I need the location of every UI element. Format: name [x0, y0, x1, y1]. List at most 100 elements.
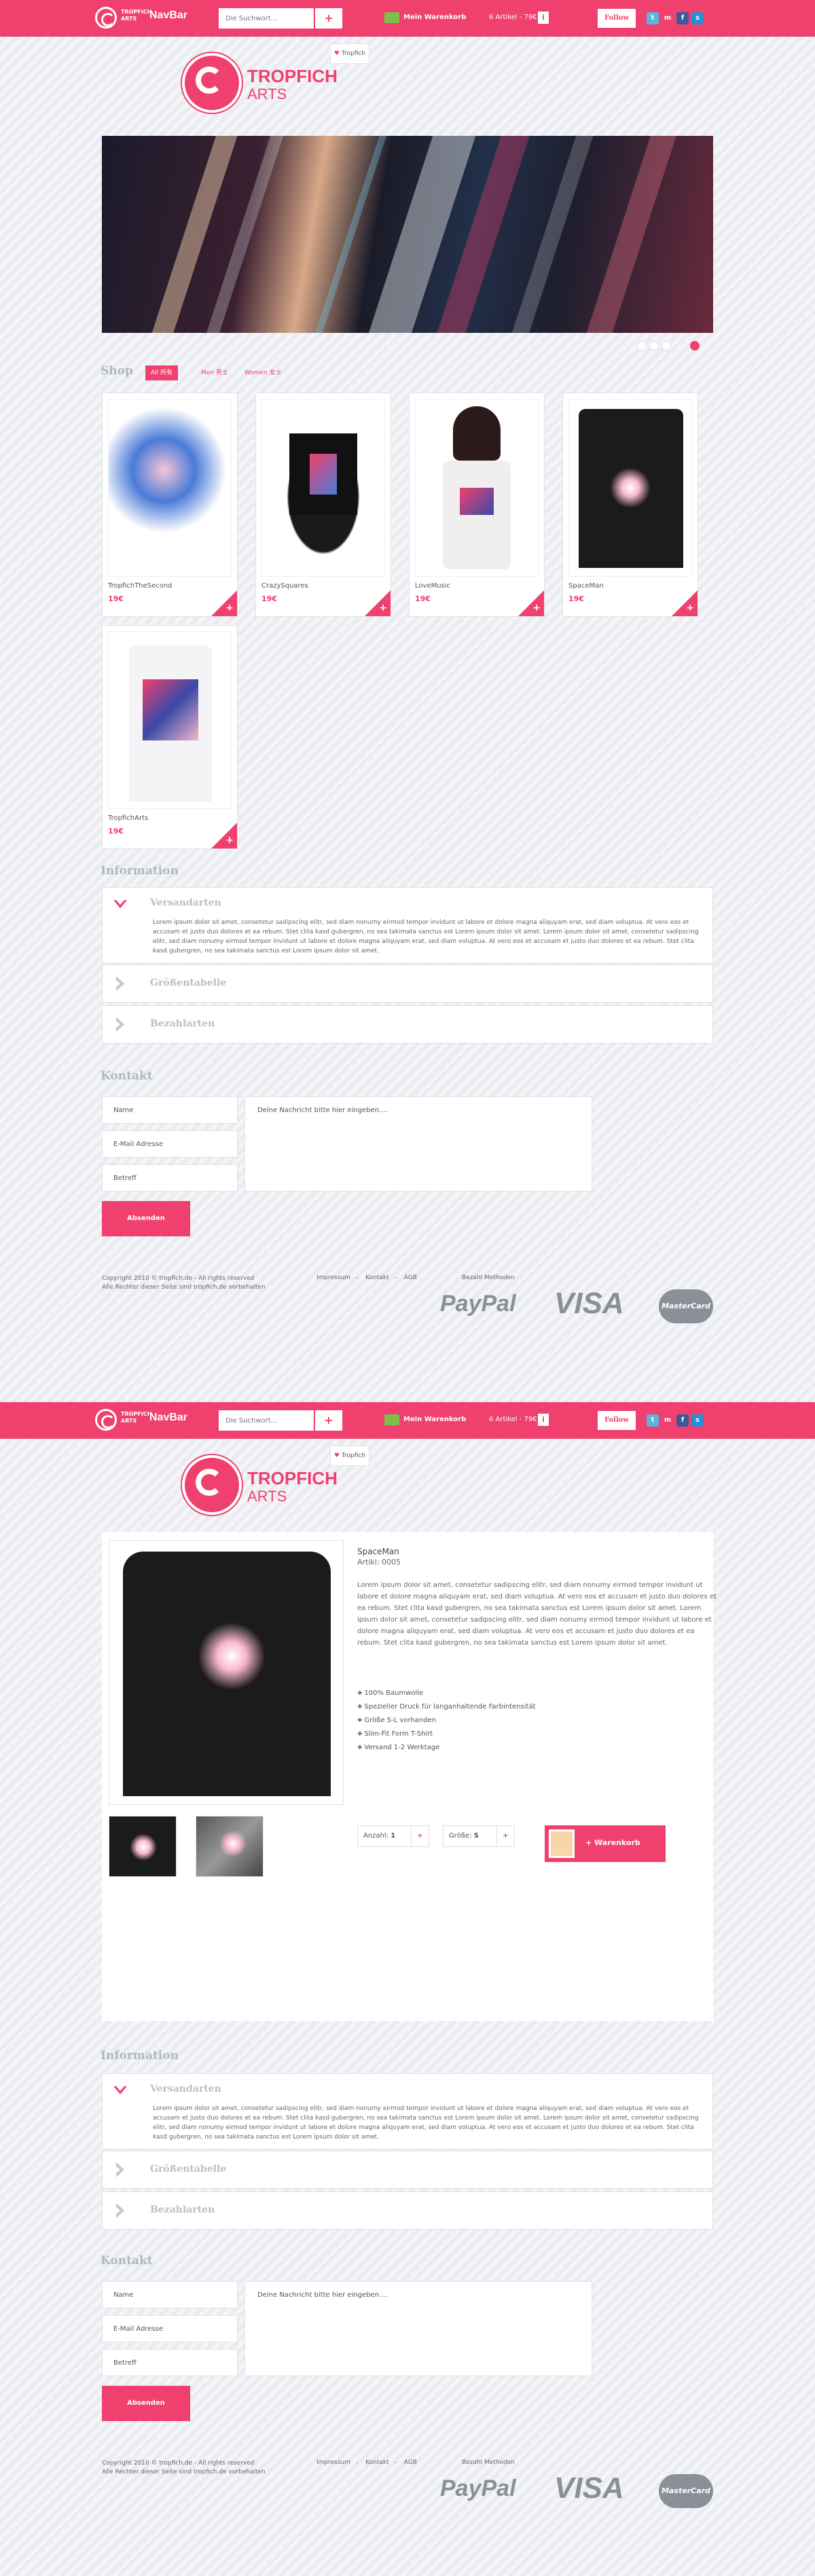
submit-button[interactable]: Absenden [102, 1201, 190, 1236]
accordion-versandarten[interactable]: Versandarten Lorem ipsum dolor sit amet,… [102, 887, 713, 963]
accordion-versandarten[interactable]: Versandarten Lorem ipsum dolor sit amet,… [102, 2073, 713, 2149]
search-input[interactable] [219, 1410, 314, 1431]
product-image[interactable] [108, 631, 232, 809]
email-field[interactable]: E-Mail Adresse [102, 1130, 238, 1158]
cart-icon[interactable] [384, 1414, 399, 1425]
name-field[interactable]: Name [102, 2281, 238, 2308]
footer-link-kontakt[interactable]: Kontakt [365, 2459, 388, 2466]
submit-button[interactable]: Absenden [102, 2386, 190, 2421]
nav-logo-icon[interactable] [95, 1409, 117, 1431]
accordion-title[interactable]: Bezahlarten [150, 2204, 215, 2215]
facebook-icon[interactable]: f [676, 12, 689, 24]
brand-logo-icon[interactable] [182, 53, 242, 113]
myspace-icon[interactable]: m [662, 12, 674, 24]
message-field[interactable]: Deine Nachricht bitte hier eingeben.... [244, 2281, 592, 2376]
cart-info-icon[interactable]: i [538, 12, 549, 24]
cart-icon[interactable] [384, 12, 399, 23]
plus-icon[interactable]: + [379, 603, 387, 613]
product-image[interactable] [415, 399, 539, 577]
accordion-groessentabelle[interactable]: Größentabelle [102, 2151, 713, 2189]
product-card[interactable]: TropfichArts 19€ + [102, 625, 238, 849]
filter-all[interactable]: All 所有 [145, 365, 179, 380]
quantity-plus-button[interactable]: + [411, 1826, 429, 1846]
filter-women[interactable]: Women 女士 [239, 365, 287, 380]
skype-icon[interactable]: s [691, 12, 704, 24]
product-name[interactable]: TropfichArts [108, 815, 148, 822]
product-name[interactable]: TropfichTheSecond [108, 582, 173, 590]
footer-link-kontakt[interactable]: Kontakt [365, 1274, 388, 1281]
filter-men[interactable]: Men 男士 [196, 365, 234, 380]
follow-button[interactable]: Follow [598, 1411, 636, 1430]
plus-icon[interactable]: + [225, 835, 234, 846]
information-title: Information [101, 2049, 179, 2062]
plus-icon[interactable]: + [532, 603, 541, 613]
subject-field[interactable]: Betreff [102, 2349, 238, 2376]
message-field[interactable]: Deine Nachricht bitte hier eingeben.... [244, 1096, 592, 1192]
chevron-right-icon[interactable] [112, 2160, 128, 2180]
cart-label[interactable]: Mein Warenkorb [403, 1416, 466, 1423]
plus-icon[interactable]: + [225, 603, 234, 613]
product-card[interactable]: SpaceMan 19€ + [562, 393, 698, 617]
add-to-cart-label[interactable]: + Warenkorb [585, 1838, 640, 1847]
product-article: Artikl: 0005 [357, 1558, 401, 1567]
chevron-right-icon[interactable] [112, 1014, 128, 1035]
skype-icon[interactable]: s [691, 1414, 704, 1427]
slider-dot[interactable] [637, 341, 647, 351]
product-main-image[interactable] [109, 1540, 344, 1805]
brand-tag[interactable]: ♥ Tropfich [330, 43, 369, 64]
accordion-title[interactable]: Versandarten [150, 2083, 221, 2094]
plus-icon[interactable]: + [686, 603, 694, 613]
nav-logo-icon[interactable] [95, 7, 117, 29]
chevron-right-icon[interactable] [112, 973, 128, 994]
footer-link-impressum[interactable]: Impressum [316, 2459, 350, 2466]
product-card[interactable]: CrazySquares 19€ + [255, 393, 391, 617]
twitter-icon[interactable]: t [647, 1414, 659, 1427]
product-image[interactable] [108, 399, 232, 577]
cart-info-icon[interactable]: i [538, 1414, 549, 1426]
twitter-icon[interactable]: t [647, 12, 659, 24]
myspace-icon[interactable]: m [662, 1414, 674, 1427]
email-field[interactable]: E-Mail Adresse [102, 2315, 238, 2342]
accordion-title[interactable]: Versandarten [150, 897, 221, 908]
chevron-right-icon[interactable] [112, 2200, 128, 2221]
search-input[interactable] [219, 8, 314, 29]
search-button[interactable]: + [315, 1410, 342, 1431]
product-name[interactable]: LoveMusic [415, 582, 450, 590]
product-name[interactable]: CrazySquares [261, 582, 308, 590]
accordion-title[interactable]: Größentabelle [150, 978, 226, 988]
accordion-groessentabelle[interactable]: Größentabelle [102, 965, 713, 1003]
shop-page-mockup: TROPFICHARTS NavBar + Mein Warenkorb 6 A… [0, 0, 815, 1399]
size-select[interactable]: Größe: S + [443, 1825, 515, 1847]
slider-dot[interactable] [649, 341, 659, 351]
name-field[interactable]: Name [102, 1096, 238, 1124]
accordion-bezahlarten[interactable]: Bezahlarten [102, 2192, 713, 2230]
footer-copyright: Copyright 2010 © tropfich.de - All right… [102, 1275, 266, 1291]
facebook-icon[interactable]: f [676, 1414, 689, 1427]
footer-link-impressum[interactable]: Impressum [316, 1274, 350, 1281]
accordion-bezahlarten[interactable]: Bezahlarten [102, 1005, 713, 1043]
footer-link-agb[interactable]: AGB [404, 1274, 417, 1281]
follow-button[interactable]: Follow [598, 9, 636, 28]
brand-tag[interactable]: ♥ Tropfich [330, 1446, 369, 1466]
chevron-down-icon[interactable] [112, 895, 128, 915]
quantity-stepper[interactable]: Anzahl: 1 + [357, 1825, 429, 1847]
add-to-cart-button[interactable]: + Warenkorb [545, 1825, 666, 1862]
brand-logo-icon[interactable] [182, 1455, 242, 1515]
subject-field[interactable]: Betreff [102, 1164, 238, 1192]
product-image[interactable] [261, 399, 385, 577]
product-card[interactable]: LoveMusic 19€ + [409, 393, 545, 617]
product-card[interactable]: TropfichTheSecond 19€ + [102, 393, 238, 617]
product-thumbnail[interactable] [109, 1816, 177, 1877]
accordion-title[interactable]: Größentabelle [150, 2164, 226, 2175]
footer-link-agb[interactable]: AGB [404, 2459, 417, 2466]
search-button[interactable]: + [315, 8, 342, 29]
product-name[interactable]: SpaceMan [568, 582, 604, 590]
product-image[interactable] [568, 399, 692, 577]
slider-dot[interactable] [662, 341, 671, 351]
size-plus-button[interactable]: + [496, 1826, 514, 1846]
accordion-title[interactable]: Bezahlarten [150, 1018, 215, 1029]
chevron-down-icon[interactable] [112, 2081, 128, 2101]
slider-dot-active[interactable] [690, 341, 700, 351]
product-thumbnail[interactable] [196, 1816, 264, 1877]
cart-label[interactable]: Mein Warenkorb [403, 14, 466, 21]
